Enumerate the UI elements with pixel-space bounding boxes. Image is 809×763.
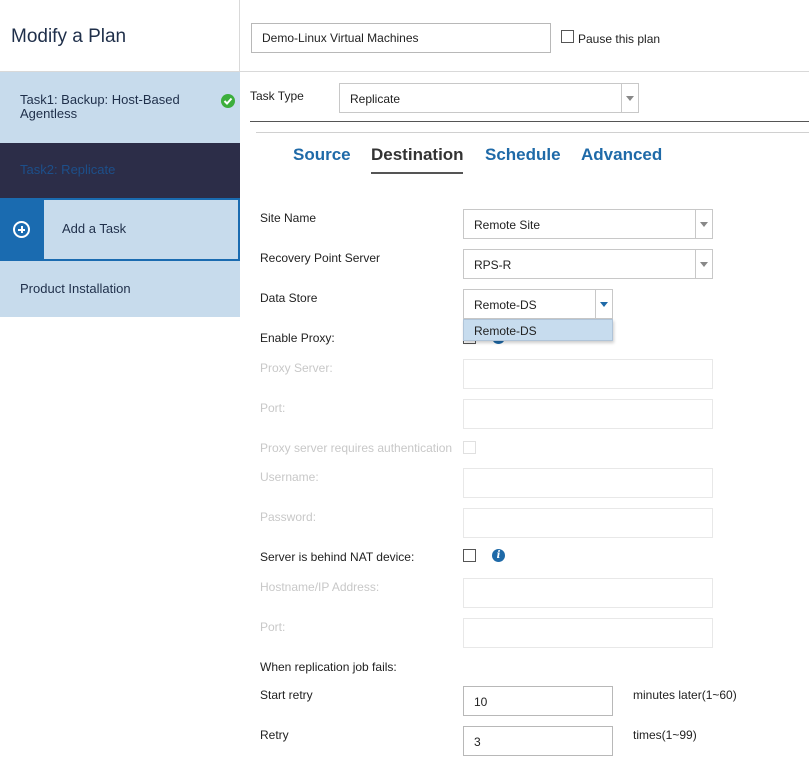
plus-circle-icon [13,221,30,238]
sidebar-item-label: Task2: Replicate [20,162,116,177]
chevron-down-icon [695,250,712,278]
retry-input[interactable]: 3 [463,726,613,756]
plan-name-input[interactable]: Demo-Linux Virtual Machines [251,23,551,53]
fail-section-label: When replication job fails: [260,660,397,674]
retry-unit: times(1~99) [633,728,697,742]
sidebar-item-task2[interactable]: Task2: Replicate [0,143,240,198]
tab-advanced[interactable]: Advanced [581,145,662,165]
proxy-server-input[interactable] [463,359,713,389]
rps-select[interactable]: RPS-R [463,249,713,279]
sidebar-item-task1[interactable]: Task1: Backup: Host-Based Agentless [0,72,240,143]
sidebar-item-product-installation[interactable]: Product Installation [0,261,240,317]
proxy-auth-checkbox[interactable] [463,441,476,454]
active-tab-indicator [371,172,463,174]
tab-destination[interactable]: Destination [371,145,464,165]
task-type-select[interactable]: Replicate [339,83,639,113]
add-icon-area [0,198,44,261]
proxy-port-input[interactable] [463,399,713,429]
hostname-input[interactable] [463,578,713,608]
username-label: Username: [260,470,319,484]
task-type-value: Replicate [350,92,401,106]
rps-label: Recovery Point Server [260,251,381,265]
hostname-label: Hostname/IP Address: [260,580,380,594]
nat-port-label: Port: [260,620,286,634]
add-task-label: Add a Task [62,221,127,236]
page-title: Modify a Plan [11,26,127,47]
pause-plan-label: Pause this plan [578,32,661,46]
task-type-label: Task Type [250,89,304,103]
start-retry-input[interactable]: 10 [463,686,613,716]
rps-value: RPS-R [474,258,512,272]
data-store-value: Remote-DS [474,298,537,312]
divider [250,121,809,122]
tab-schedule[interactable]: Schedule [485,145,561,165]
header: Modify a Plan Demo-Linux Virtual Machine… [0,0,809,72]
data-store-select[interactable]: Remote-DS [463,289,613,319]
data-store-option[interactable]: Remote-DS [463,319,613,341]
username-input[interactable] [463,468,713,498]
proxy-auth-label: Proxy server requires authentication [260,441,453,455]
chevron-down-icon [695,210,712,238]
password-input[interactable] [463,508,713,538]
site-name-select[interactable]: Remote Site [463,209,713,239]
retry-label: Retry [260,728,289,742]
site-name-label: Site Name [260,211,317,225]
site-name-value: Remote Site [474,218,541,232]
chevron-down-icon [595,290,612,318]
nat-label: Server is behind NAT device: [260,550,415,564]
tab-source[interactable]: Source [293,145,351,165]
data-store-label: Data Store [260,291,318,305]
start-retry-label: Start retry [260,688,313,702]
pause-plan-checkbox[interactable] [561,30,574,43]
proxy-server-label: Proxy Server: [260,361,333,375]
start-retry-unit: minutes later(1~60) [633,688,737,702]
data-store-option-label: Remote-DS [474,324,537,338]
chevron-down-icon [621,84,638,112]
sidebar-item-label: Task1: Backup: Host-Based Agentless [20,92,180,121]
proxy-port-label: Port: [260,401,286,415]
nat-port-input[interactable] [463,618,713,648]
check-icon [221,94,235,108]
enable-proxy-label: Enable Proxy: [260,331,335,345]
divider [256,132,809,133]
header-title-area: Modify a Plan [0,0,240,72]
password-label: Password: [260,510,317,524]
nat-checkbox[interactable] [463,549,476,562]
sidebar-item-label: Product Installation [20,281,131,296]
info-icon[interactable]: i [492,549,505,562]
add-task-button[interactable]: Add a Task [0,198,240,261]
task-sidebar: Task1: Backup: Host-Based Agentless Task… [0,72,240,317]
